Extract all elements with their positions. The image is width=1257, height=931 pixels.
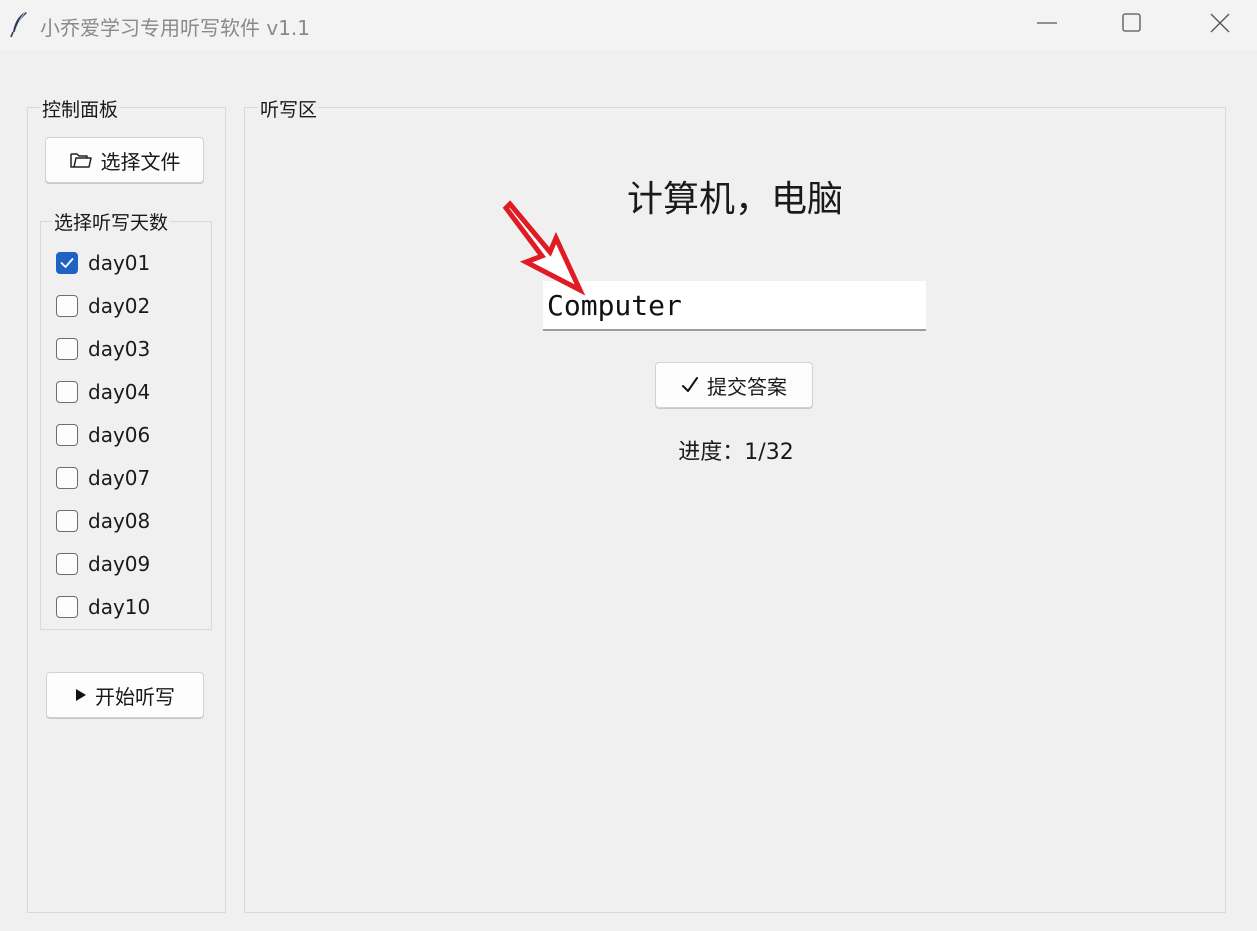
select-file-label: 选择文件 [100,149,181,174]
minimize-button[interactable] [1017,0,1077,46]
day-checkbox-row[interactable]: day04 [56,377,150,407]
day-checkbox-row[interactable]: day09 [56,549,150,579]
maximize-button[interactable] [1102,0,1162,46]
day-label: day09 [88,552,151,576]
title-bar: 小乔爱学习专用听写软件 v1.1 [0,0,1257,50]
maximize-icon [1122,13,1141,32]
day-label: day07 [88,466,151,490]
checkmark-icon [60,258,74,268]
day-checkbox-row[interactable]: day03 [56,334,150,364]
day-label: day10 [88,595,151,619]
day-label: day04 [88,380,151,404]
close-icon [1210,13,1230,33]
dictation-area [244,107,1226,913]
day-label: day06 [88,423,151,447]
minimize-icon [1037,22,1057,24]
dictation-area-title: 听写区 [258,95,320,122]
checkbox[interactable] [56,424,78,446]
day-checkbox-row[interactable]: day01 [56,248,150,278]
app-window: 小乔爱学习专用听写软件 v1.1 控制面板 选择文件 选择听写天数 day01 … [0,0,1257,931]
checkbox[interactable] [56,467,78,489]
checkmark-icon [682,377,698,392]
folder-icon [69,153,92,168]
checkbox[interactable] [56,553,78,575]
day-label: day08 [88,509,151,533]
day-label: day01 [88,251,151,275]
day-checkbox-row[interactable]: day06 [56,420,150,450]
day-checkbox-row[interactable]: day07 [56,463,150,493]
control-panel-title: 控制面板 [40,95,121,122]
day-label: day02 [88,294,151,318]
day-checkbox-row[interactable]: day10 [56,592,150,622]
progress-text: 进度：1/32 [678,440,794,465]
answer-input[interactable] [543,281,926,331]
start-dictation-label: 开始听写 [95,684,175,709]
submit-answer-button[interactable]: 提交答案 [655,362,813,408]
checkbox[interactable] [56,596,78,618]
annotation-arrow-icon [502,200,586,296]
day-label: day03 [88,337,151,361]
select-file-button[interactable]: 选择文件 [45,137,204,183]
day-checkbox-row[interactable]: day08 [56,506,150,536]
feather-icon [10,11,27,38]
start-dictation-button[interactable]: 开始听写 [46,672,204,718]
word-prompt: 计算机，电脑 [626,179,843,220]
play-icon [76,689,86,701]
checkbox[interactable] [56,338,78,360]
checkbox[interactable] [56,381,78,403]
submit-answer-label: 提交答案 [707,374,787,399]
day-selection-title: 选择听写天数 [52,208,171,235]
close-button[interactable] [1190,0,1250,46]
day-checkbox-row[interactable]: day02 [56,291,150,321]
checkbox[interactable] [56,510,78,532]
window-title: 小乔爱学习专用听写软件 v1.1 [40,16,310,40]
checkbox-checked[interactable] [56,252,78,274]
checkbox[interactable] [56,295,78,317]
